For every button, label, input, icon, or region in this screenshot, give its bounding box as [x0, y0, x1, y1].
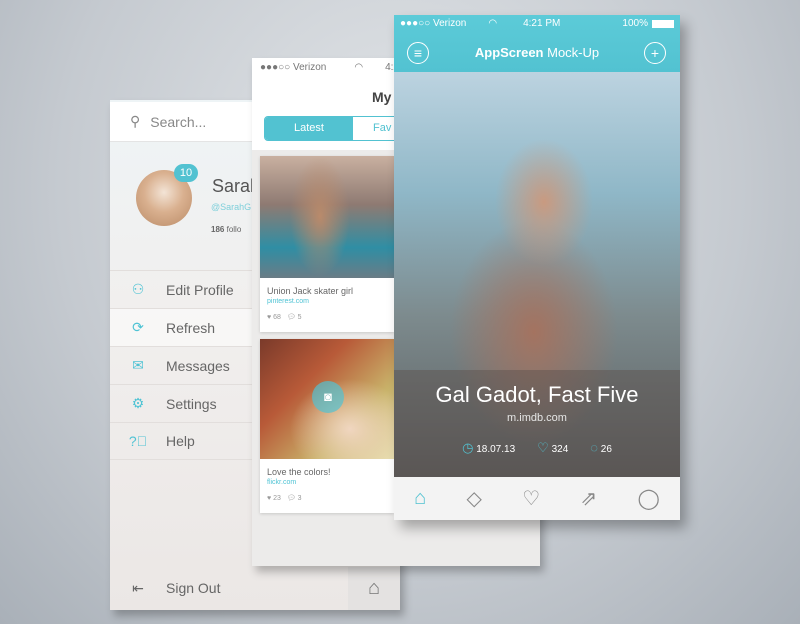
envelope-icon: ✉ [132, 357, 144, 373]
detail-panel: ●●●○○ Verizon ◠ 4:21 PM 100% ≡ AppScreen… [394, 15, 680, 520]
tab-latest[interactable]: Latest [265, 117, 353, 140]
home-icon: ⌂ [367, 577, 381, 599]
tag-icon[interactable]: ◇ [467, 486, 482, 511]
header: ●●●○○ Verizon ◠ 4:21 PM 100% ≡ AppScreen… [394, 15, 680, 72]
sign-out-icon: ⇤ [132, 579, 144, 596]
home-icon[interactable]: ⌂ [414, 487, 426, 510]
status-bar: ●●●○○ Verizon ◠ 4:21 PM 100% [400, 18, 674, 29]
add-button[interactable]: + [644, 42, 666, 64]
card-image: ◙ [260, 339, 394, 459]
comment-icon: 💬︎ [286, 314, 296, 321]
search-icon: ⚲ [130, 113, 141, 129]
wifi-icon: ◠ [488, 18, 498, 29]
home-button[interactable]: ⌂ [348, 567, 400, 610]
notification-badge: 10 [174, 164, 198, 182]
heart-icon: ♥ [267, 314, 272, 321]
gear-icon: ⚙ [131, 395, 145, 411]
wifi-icon: ◠ [354, 62, 364, 73]
heart-icon[interactable]: ♡ [522, 486, 540, 511]
app-title: AppScreen Mock-Up [474, 45, 600, 60]
hero-photo[interactable]: Gal Gadot, Fast Five m.imdb.com ◷ 18.07.… [394, 72, 680, 477]
followers: 186 follo [211, 225, 242, 234]
comment-icon: ◌ [590, 440, 598, 455]
heart-icon: ♡ [537, 440, 549, 455]
clock-icon: ◷ [462, 440, 474, 455]
plus-icon: + [650, 45, 660, 61]
camera-button[interactable]: ◙ [312, 381, 344, 413]
tab-bar: ⌂ ◇ ♡ ⇗ ◯ [394, 477, 680, 520]
share-icon[interactable]: ⇗ [580, 486, 597, 511]
chat-icon[interactable]: ◯ [637, 486, 659, 511]
help-icon: ?⃝ [128, 433, 148, 449]
heart-icon: ♥ [267, 495, 272, 502]
user-icon: ⚇ [131, 281, 145, 297]
feed-card[interactable]: ◙ Love the colors! flickr.com ♥ 23 💬︎ 3 [260, 339, 394, 513]
comment-icon: 💬︎ [286, 495, 296, 502]
card-image [260, 156, 394, 278]
refresh-icon: ⟳ [132, 319, 144, 335]
photo-info: Gal Gadot, Fast Five m.imdb.com ◷ 18.07.… [394, 370, 680, 477]
battery-icon [652, 19, 674, 28]
feed-card[interactable]: Union Jack skater girl pinterest.com ♥ 6… [260, 156, 394, 332]
profile-handle[interactable]: @SarahG [211, 202, 251, 212]
page-title: My [372, 89, 392, 105]
